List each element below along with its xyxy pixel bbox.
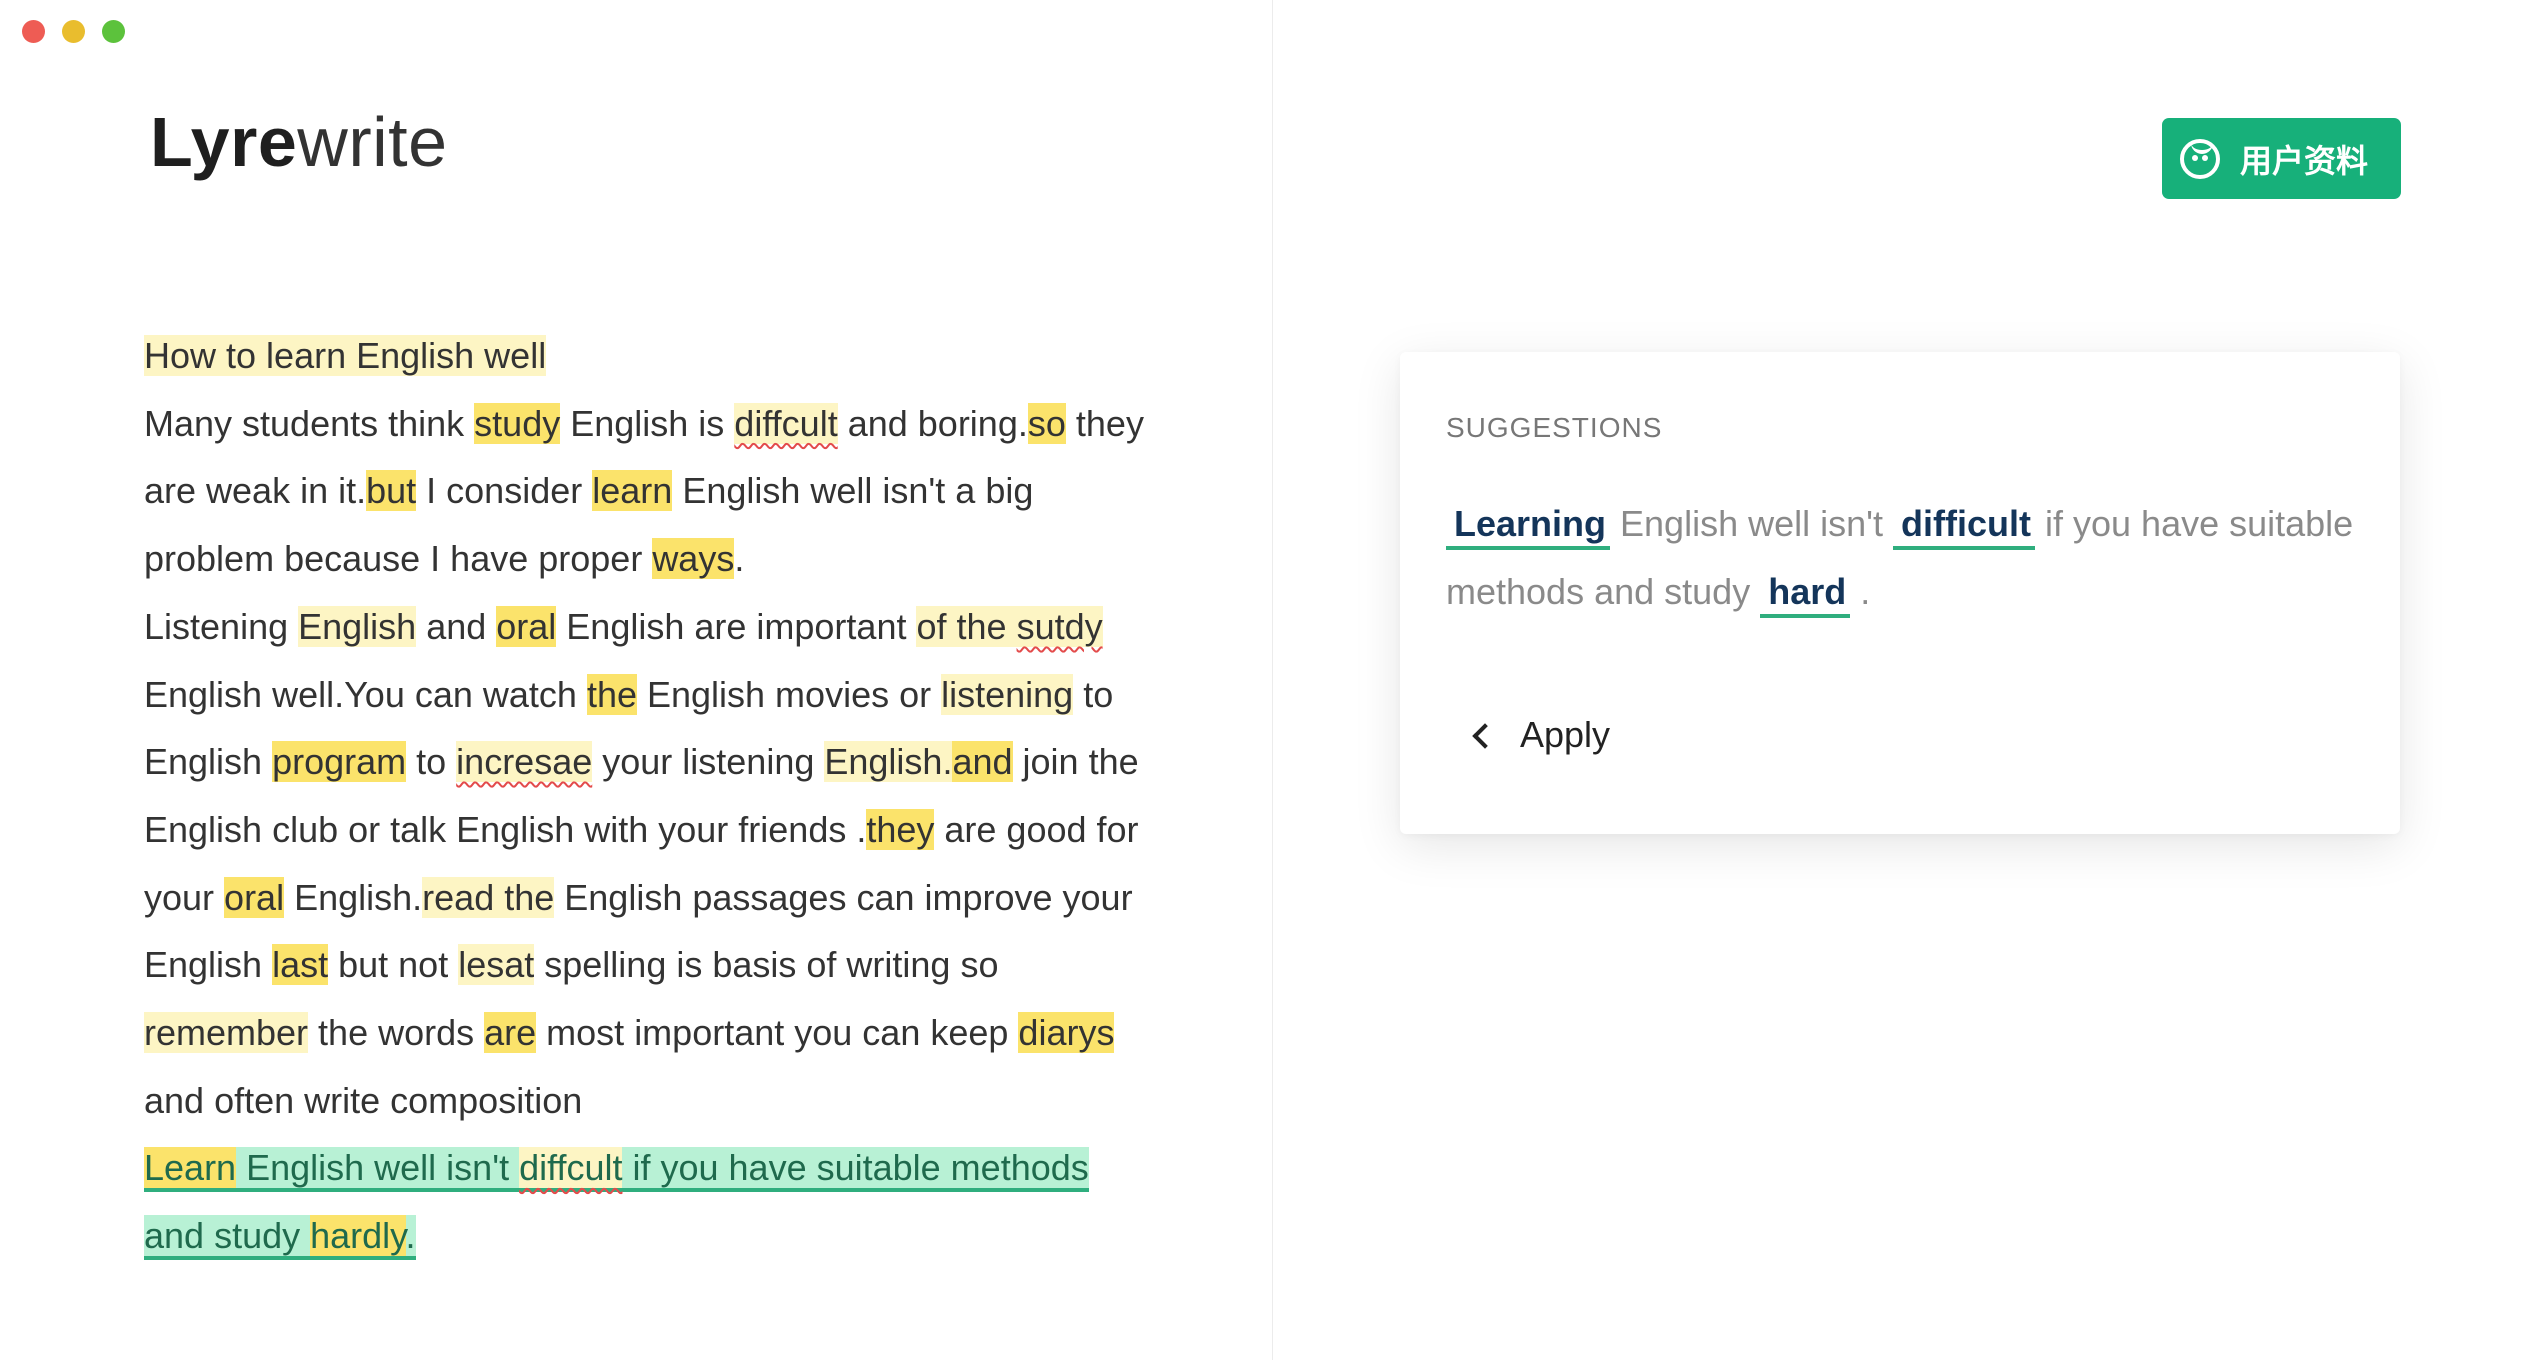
- app-logo: Lyrewrite: [150, 102, 448, 182]
- flagged-word[interactable]: diarys: [1018, 1012, 1115, 1054]
- apply-button[interactable]: Apply: [1472, 714, 1611, 756]
- face-icon: [2180, 138, 2220, 179]
- window-controls: [22, 20, 125, 43]
- paragraph-1[interactable]: Many students think study English is dif…: [144, 390, 1154, 593]
- text-run: English well isn't: [236, 1147, 520, 1189]
- misspelled-word[interactable]: diffcult: [519, 1147, 623, 1189]
- close-window-button[interactable]: [22, 20, 45, 43]
- flagged-word[interactable]: the: [586, 673, 637, 715]
- active-suggestion-sentence[interactable]: Learn English well isn't diffcult if you…: [144, 1147, 1089, 1261]
- text-run: your listening: [592, 741, 825, 783]
- panel-divider: [1272, 0, 1273, 1360]
- text-run: to: [406, 741, 457, 783]
- flagged-word[interactable]: lesat: [458, 944, 535, 986]
- chevron-left-icon: [1472, 723, 1498, 749]
- flagged-word[interactable]: English.: [824, 741, 953, 783]
- text-run: of the: [916, 605, 1017, 647]
- misspelled-word[interactable]: diffcult: [734, 402, 838, 444]
- text-run: Listening: [144, 605, 299, 647]
- text-run: .: [405, 1215, 416, 1257]
- text-run: and often write composition: [144, 1079, 583, 1121]
- suggestions-card: SUGGESTIONS Learning English well isn't …: [1400, 352, 2400, 834]
- profile-button-label: 用户资料: [2240, 142, 2369, 179]
- flagged-word[interactable]: so: [1027, 402, 1066, 444]
- flagged-word[interactable]: are: [484, 1012, 537, 1054]
- text-run: English are important: [556, 605, 917, 647]
- flagged-word[interactable]: oral: [224, 876, 285, 918]
- document-title[interactable]: How to learn English well: [144, 335, 547, 376]
- user-profile-button[interactable]: 用户资料: [2162, 118, 2401, 199]
- suggestions-heading: SUGGESTIONS: [1446, 412, 1663, 443]
- text-run: spelling is basis of writing so: [534, 944, 999, 986]
- text-run: and: [416, 605, 497, 647]
- text-run: English movies or: [636, 673, 942, 715]
- replacement-word[interactable]: hard: [1760, 571, 1851, 618]
- text-run: but not: [328, 944, 459, 986]
- replacement-word[interactable]: difficult: [1893, 503, 2035, 550]
- flagged-word[interactable]: study: [474, 402, 561, 444]
- text-run: .: [1850, 571, 1871, 612]
- text-run: and boring.: [837, 402, 1028, 444]
- flagged-word[interactable]: program: [272, 741, 407, 783]
- apply-label: Apply: [1520, 714, 1611, 755]
- flagged-word[interactable]: learn: [592, 470, 673, 512]
- flagged-word[interactable]: last: [272, 944, 329, 986]
- text-run: most important you can keep: [536, 1012, 1019, 1054]
- flagged-word[interactable]: oral: [496, 605, 557, 647]
- text-run: English well.You can watch: [144, 673, 587, 715]
- maximize-window-button[interactable]: [102, 20, 125, 43]
- logo-bold-text: Lyre: [150, 103, 298, 181]
- misspelled-word[interactable]: sutdy: [1017, 606, 1103, 647]
- paragraph-2[interactable]: Listening English and oral English are i…: [144, 593, 1154, 1135]
- replacement-word[interactable]: Learning: [1446, 503, 1611, 550]
- flagged-phrase[interactable]: read the: [422, 876, 555, 918]
- flagged-word[interactable]: English: [298, 605, 417, 647]
- misspelled-word[interactable]: incresae: [456, 741, 593, 783]
- text-run: English.: [284, 876, 423, 918]
- text-run: .: [734, 538, 745, 580]
- text-run: Many students think: [144, 402, 475, 444]
- flagged-word[interactable]: and: [952, 741, 1013, 783]
- paragraph-3-active-suggestion[interactable]: Learn English well isn't diffcult if you…: [144, 1134, 1154, 1269]
- text-run: English is: [560, 402, 735, 444]
- flagged-word[interactable]: hardly: [310, 1215, 406, 1257]
- flagged-word[interactable]: ways: [652, 538, 735, 580]
- flagged-word[interactable]: Learn: [144, 1147, 237, 1189]
- flagged-word[interactable]: listening: [941, 673, 1074, 715]
- flagged-word[interactable]: they: [866, 808, 935, 850]
- suggestion-sentence: Learning English well isn't difficult if…: [1446, 490, 2366, 626]
- flagged-phrase[interactable]: of the sutdy: [916, 605, 1103, 647]
- flagged-word[interactable]: remember: [144, 1012, 309, 1054]
- text-run: the words: [308, 1012, 485, 1054]
- logo-light-text: write: [297, 103, 448, 181]
- text-run: I consider: [416, 470, 593, 512]
- text-editor[interactable]: How to learn English well Many students …: [144, 322, 1154, 1270]
- flagged-word[interactable]: but: [366, 470, 417, 512]
- document-title-line[interactable]: How to learn English well: [144, 322, 1154, 390]
- minimize-window-button[interactable]: [62, 20, 85, 43]
- text-run: English well isn't: [1610, 503, 1894, 544]
